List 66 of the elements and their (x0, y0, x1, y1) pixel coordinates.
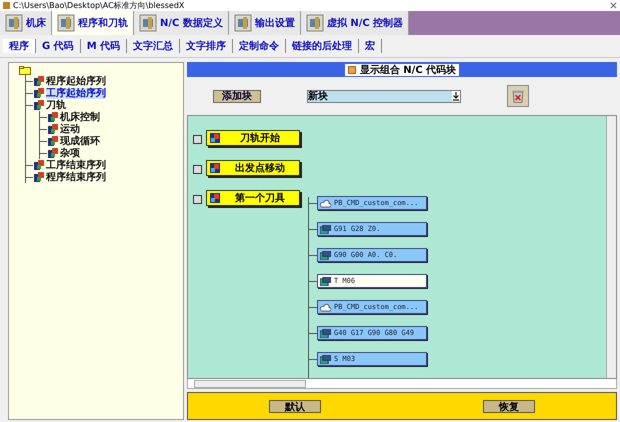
tree-item[interactable]: 杂项 (60, 148, 80, 158)
tab-icon (5, 14, 23, 32)
node-icon (48, 148, 58, 158)
node-icon (34, 88, 44, 98)
event-icon (210, 193, 220, 203)
tree-item[interactable]: 程序起始序列 (46, 76, 106, 86)
node-icon (48, 136, 58, 146)
node-icon (34, 172, 44, 182)
action-button[interactable]: 恢复 (483, 400, 535, 412)
block-icon (320, 250, 331, 260)
sub-tab[interactable]: 宏 (359, 39, 382, 53)
tab-icon (139, 14, 157, 32)
action-button[interactable]: 默认 (269, 400, 321, 412)
tab[interactable]: 程序和刀轨 (52, 11, 134, 35)
tab-icon (57, 14, 75, 32)
cloud-icon (320, 302, 331, 312)
tree-item[interactable]: 工序结束序列 (46, 160, 106, 170)
trash-icon (510, 88, 526, 104)
collapse-icon[interactable] (193, 195, 202, 204)
sub-tab[interactable]: 文字汇总 (127, 39, 180, 53)
event-block[interactable]: 刀轨开始 (206, 130, 300, 146)
tab[interactable]: N/C 数据定义 (134, 11, 229, 35)
sub-tab[interactable]: 链接的后处理 (286, 39, 360, 53)
block-icon (320, 224, 331, 234)
horizontal-scrollbar[interactable] (187, 379, 617, 389)
sub-tab[interactable]: 定制命令 (233, 39, 286, 53)
event-block[interactable]: 出发点移动 (206, 160, 300, 176)
cloud-icon (320, 198, 331, 208)
tab[interactable]: 虚拟 N/C 控制器 (300, 11, 410, 35)
app-icon (3, 2, 10, 9)
tree-item[interactable]: 现成循环 (60, 136, 100, 146)
tab[interactable]: 输出设置 (228, 11, 301, 35)
block-icon (320, 276, 331, 286)
tree-item[interactable]: 机床控制 (60, 112, 100, 122)
sub-tab[interactable]: M 代码 (80, 39, 128, 53)
event-block[interactable]: 第一个刀具 (206, 190, 300, 206)
dropdown-arrow-icon (452, 91, 460, 101)
event-icon (210, 133, 220, 143)
node-icon (48, 124, 58, 134)
block-dropdown[interactable]: 新块 (307, 90, 461, 102)
sub-tab[interactable]: 文字排序 (180, 39, 234, 53)
tree-item[interactable]: 程序结束序列 (46, 172, 106, 182)
tab-icon (234, 14, 252, 32)
combined-blocks-checkbox[interactable]: 显示组合 N/C 代码块 (344, 64, 460, 76)
close-icon[interactable] (610, 2, 617, 9)
vertical-scrollbar[interactable] (606, 116, 616, 378)
tree-item[interactable]: 刀轨 (46, 100, 66, 110)
node-icon (34, 160, 44, 170)
trash-button[interactable] (507, 85, 529, 107)
collapse-icon[interactable] (193, 165, 202, 174)
sub-tab[interactable]: G 代码 (36, 39, 81, 53)
block-icon (320, 328, 331, 338)
window-title: C:\Users\Bao\Desktop\AC标准方向\blessedX (13, 0, 184, 11)
collapse-icon[interactable] (193, 135, 202, 144)
tab[interactable]: 机床 (0, 11, 52, 35)
add-block-button[interactable]: 添加块 (213, 90, 261, 102)
tree-item[interactable]: 工序起始序列 (46, 88, 106, 98)
folder-icon (19, 66, 31, 75)
node-icon (34, 76, 44, 86)
tree-item[interactable]: 运动 (60, 124, 80, 134)
block-icon (320, 354, 331, 364)
sub-tab[interactable]: 程序 (3, 39, 36, 53)
node-icon (34, 100, 44, 110)
event-icon (210, 163, 220, 173)
tab-icon (306, 14, 324, 32)
node-icon (48, 112, 58, 122)
